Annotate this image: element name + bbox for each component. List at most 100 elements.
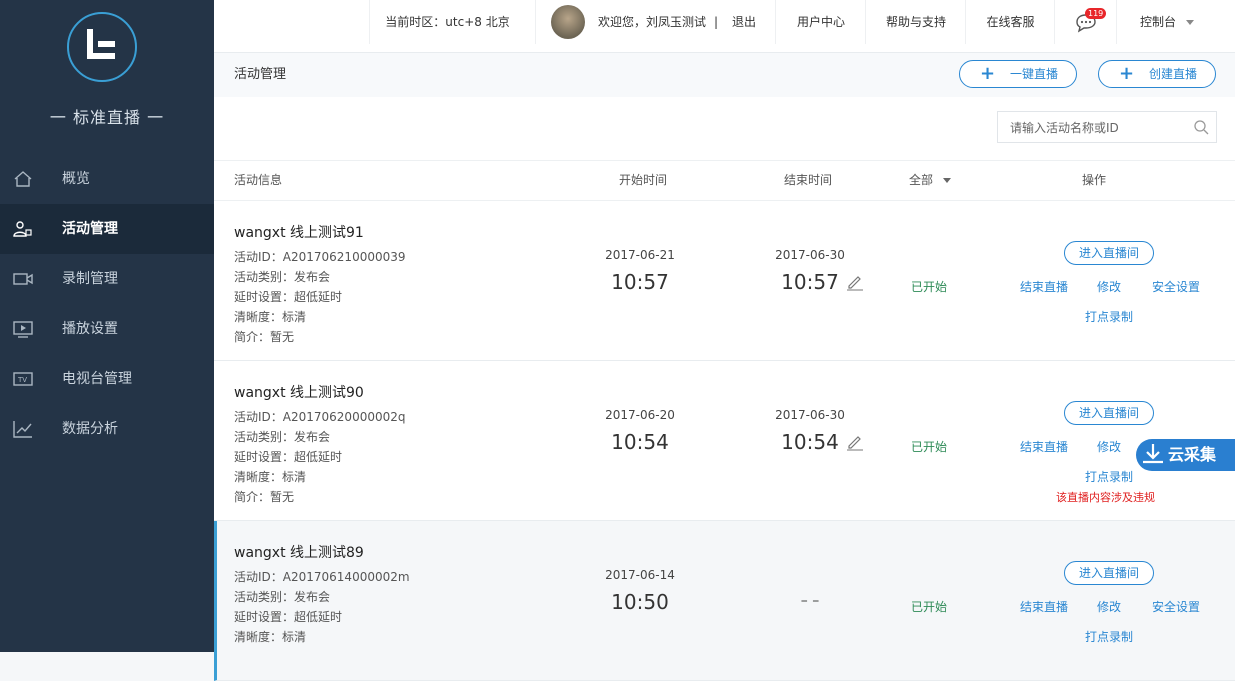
activity-id: 活动ID：A20170614000002m <box>234 570 410 584</box>
console-dropdown[interactable]: 控制台 <box>1116 0 1217 44</box>
sidebar-item-label: 播放设置 <box>62 321 118 337</box>
start-time: 10:54 <box>611 430 669 454</box>
search-icon[interactable] <box>1193 119 1209 135</box>
chevron-down-icon <box>943 178 952 183</box>
avatar[interactable] <box>551 5 585 39</box>
search-input[interactable] <box>1008 113 1192 143</box>
activity-title[interactable]: wangxt 线上测试90 <box>234 382 364 402</box>
sidebar-item-label: 录制管理 <box>62 271 118 287</box>
status-filter-label: 全部 <box>909 173 934 187</box>
mark-recording-link[interactable]: 打点录制 <box>1085 468 1133 485</box>
start-date: 2017-06-20 <box>605 408 675 422</box>
edit-pencil-icon[interactable] <box>846 273 864 291</box>
separator: | <box>714 15 719 29</box>
activity-category: 活动类别：发布会 <box>234 430 331 444</box>
video-camera-icon <box>13 273 33 285</box>
sidebar-item-activity-management[interactable]: 活动管理 <box>0 204 214 254</box>
status-badge: 已开始 <box>911 440 948 454</box>
user-welcome: 欢迎您，刘凤玉测试 | 退出 <box>535 0 776 44</box>
status-filter-dropdown[interactable]: 全部 <box>909 161 952 199</box>
help-label: 帮助与支持 <box>885 15 946 29</box>
end-time-empty: – – <box>800 593 820 609</box>
mark-recording-link[interactable]: 打点录制 <box>1085 628 1133 645</box>
activity-title[interactable]: wangxt 线上测试91 <box>234 222 364 242</box>
cloud-collect-widget[interactable]: 云采集 <box>1136 439 1235 471</box>
messages-button[interactable]: 119 <box>1054 0 1117 44</box>
play-screen-icon <box>13 321 33 338</box>
end-date: 2017-06-30 <box>775 248 845 262</box>
end-date: 2017-06-30 <box>775 408 845 422</box>
plus-icon: + <box>1119 63 1135 84</box>
table-header: 活动信息 开始时间 结束时间 全部 操作 <box>214 160 1235 201</box>
column-activity-info: 活动信息 <box>234 173 283 187</box>
logo-icon <box>87 29 115 59</box>
help-link[interactable]: 帮助与支持 <box>865 0 966 44</box>
end-live-link[interactable]: 结束直播 <box>1020 598 1068 615</box>
activity-delay: 延时设置：超低延时 <box>234 450 343 464</box>
enter-live-room-button[interactable]: 进入直播间 <box>1064 561 1154 585</box>
sidebar-item-overview[interactable]: 概览 <box>0 154 214 204</box>
service-label: 在线客服 <box>986 15 1035 29</box>
activity-category: 活动类别：发布会 <box>234 270 331 284</box>
welcome-text: 欢迎您，刘凤玉测试 <box>598 15 707 29</box>
user-center-label: 用户中心 <box>796 15 845 29</box>
online-service-link[interactable]: 在线客服 <box>965 0 1055 44</box>
activity-clarity: 清晰度：标清 <box>234 310 307 324</box>
top-bar: 当前时区：utc+8 北京 欢迎您，刘凤玉测试 | 退出 用户中心 帮助与支持 … <box>214 0 1235 53</box>
svg-text:TV: TV <box>17 376 27 384</box>
security-settings-link[interactable]: 安全设置 <box>1152 278 1200 295</box>
user-camera-icon <box>13 221 32 237</box>
logout-link[interactable]: 退出 <box>732 0 756 44</box>
edit-link[interactable]: 修改 <box>1097 598 1121 615</box>
sidebar-item-tv-management[interactable]: TV 电视台管理 <box>0 354 214 404</box>
sidebar-item-data-analysis[interactable]: 数据分析 <box>0 404 214 454</box>
column-start-time: 开始时间 <box>619 173 668 187</box>
table-row: wangxt 线上测试90 活动ID：A20170620000002q 活动类别… <box>214 361 1235 521</box>
activity-clarity: 清晰度：标清 <box>234 630 307 644</box>
enter-live-room-button[interactable]: 进入直播间 <box>1064 241 1154 265</box>
edit-pencil-icon[interactable] <box>846 433 864 451</box>
status-badge: 已开始 <box>911 600 948 614</box>
brand-logo[interactable] <box>67 12 137 82</box>
download-icon <box>1143 444 1163 464</box>
column-end-time: 结束时间 <box>784 173 833 187</box>
edit-link[interactable]: 修改 <box>1097 278 1121 295</box>
violation-warning: 该直播内容涉及违规 <box>1056 491 1155 504</box>
product-name: 一 标准直播 一 <box>49 108 165 127</box>
end-live-link[interactable]: 结束直播 <box>1020 438 1068 455</box>
activity-list: wangxt 线上测试91 活动ID：A201706210000039 活动类别… <box>214 201 1235 681</box>
mark-recording-link[interactable]: 打点录制 <box>1085 308 1133 325</box>
one-click-live-button[interactable]: + 一键直播 <box>959 60 1077 88</box>
activity-category: 活动类别：发布会 <box>234 590 331 604</box>
search-box <box>997 111 1217 143</box>
status-badge: 已开始 <box>911 280 948 294</box>
sidebar-item-label: 概览 <box>62 171 90 187</box>
sidebar-item-label: 数据分析 <box>62 421 118 437</box>
chevron-down-icon <box>1186 20 1194 25</box>
activity-delay: 延时设置：超低延时 <box>234 290 343 304</box>
timezone-text: 当前时区：utc+8 北京 <box>385 15 510 29</box>
sidebar-item-recording-management[interactable]: 录制管理 <box>0 254 214 304</box>
sidebar: 一 标准直播 一 概览 活动管理 录制管理 播放设置 TV 电视台管理 数据分析 <box>0 0 214 652</box>
cloud-collect-label: 云采集 <box>1168 445 1217 464</box>
sidebar-item-label: 电视台管理 <box>62 371 132 387</box>
sidebar-item-playback-settings[interactable]: 播放设置 <box>0 304 214 354</box>
page-title: 活动管理 <box>234 67 287 82</box>
enter-live-room-button[interactable]: 进入直播间 <box>1064 401 1154 425</box>
create-live-label: 创建直播 <box>1149 67 1198 81</box>
home-icon <box>14 171 32 187</box>
start-time: 10:50 <box>611 590 669 614</box>
security-settings-link[interactable]: 安全设置 <box>1152 598 1200 615</box>
filter-toolbar <box>214 97 1235 160</box>
message-count-badge: 119 <box>1085 8 1107 19</box>
activity-title[interactable]: wangxt 线上测试89 <box>234 542 364 562</box>
user-center-link[interactable]: 用户中心 <box>775 0 866 44</box>
timezone-indicator: 当前时区：utc+8 北京 <box>369 0 525 44</box>
create-live-button[interactable]: + 创建直播 <box>1098 60 1216 88</box>
end-time: 10:54 <box>781 430 839 454</box>
start-date: 2017-06-21 <box>605 248 675 262</box>
edit-link[interactable]: 修改 <box>1097 438 1121 455</box>
chart-icon <box>13 421 32 438</box>
end-live-link[interactable]: 结束直播 <box>1020 278 1068 295</box>
tv-icon: TV <box>13 372 33 386</box>
